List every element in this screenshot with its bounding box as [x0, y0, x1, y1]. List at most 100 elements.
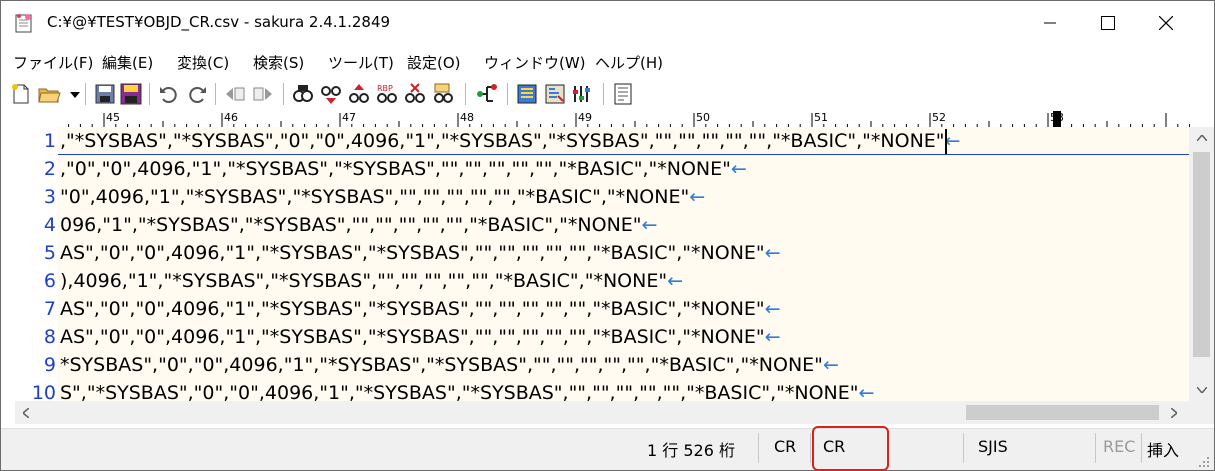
line-text: AS","0","0",4096,"1","*SYSBAS","*SYSBAS"…: [60, 326, 765, 348]
line-number: 6: [43, 270, 56, 292]
line-text: ,"*SYSBAS","*SYSBAS","0","0",4096,"1","*…: [60, 130, 945, 152]
ruler-caret-marker: [1053, 111, 1061, 128]
ruler-label: 49: [578, 111, 592, 124]
toolbar-separator: [507, 83, 508, 105]
menu-help[interactable]: ヘルプ(H): [595, 52, 663, 73]
text-area[interactable]: ,"*SYSBAS","*SYSBAS","0","0",4096,"1","*…: [58, 127, 1189, 401]
text-line[interactable]: ,"*SYSBAS","*SYSBAS","0","0",4096,"1","*…: [60, 127, 960, 155]
close-icon: [1159, 16, 1173, 30]
ruler-label: 52: [932, 111, 946, 124]
jump-forward-icon[interactable]: [251, 82, 275, 106]
save-all-icon[interactable]: [119, 82, 143, 106]
search-prev-icon[interactable]: [347, 82, 371, 106]
search-icon[interactable]: [291, 82, 315, 106]
encoding[interactable]: SJIS: [978, 437, 1008, 456]
line-number: 5: [43, 242, 56, 264]
line-number: 7: [43, 298, 56, 320]
status-separator: [758, 433, 759, 463]
horizontal-scrollbar[interactable]: [15, 401, 1189, 424]
text-line[interactable]: ,"0","0",4096,"1","*SYSBAS","*SYSBAS",""…: [60, 155, 747, 183]
maximize-button[interactable]: [1079, 1, 1137, 45]
undo-icon[interactable]: [157, 82, 181, 106]
toolbar: RBP: [1, 78, 1214, 110]
replace-all-icon[interactable]: [403, 82, 427, 106]
text-line[interactable]: AS","0","0",4096,"1","*SYSBAS","*SYSBAS"…: [60, 323, 781, 351]
grep-icon[interactable]: [431, 82, 455, 106]
scroll-left-icon[interactable]: [15, 401, 37, 424]
properties-icon[interactable]: [543, 82, 567, 106]
annotation-highlight: [812, 426, 889, 471]
ruler-label: 46: [224, 111, 238, 124]
ruler-ticks: 454647484950515253: [68, 111, 1190, 128]
menu-search[interactable]: 検索(S): [253, 52, 304, 73]
horizontal-scroll-thumb[interactable]: [966, 405, 1159, 420]
eol-mark-icon: ←: [730, 158, 747, 180]
line-number: 9: [43, 354, 56, 376]
vertical-scrollbar[interactable]: [1189, 127, 1214, 401]
menu-settings[interactable]: 設定(O): [407, 52, 461, 73]
eol-mark-icon: ←: [822, 354, 839, 376]
scroll-right-icon[interactable]: [1163, 401, 1185, 424]
menu-convert[interactable]: 変換(C): [177, 52, 229, 73]
settings-icon[interactable]: [611, 82, 635, 106]
scroll-down-icon[interactable]: [1189, 379, 1214, 401]
text-editor[interactable]: 1 2 3 4 5 6 7 8 9 10 ,"*SYSBAS","*SYSBAS","0","0"…: [15, 127, 1189, 401]
replace-icon[interactable]: RBP: [375, 82, 399, 106]
ruler-label: 50: [696, 111, 710, 124]
text-line[interactable]: AS","0","0",4096,"1","*SYSBAS","*SYSBAS"…: [60, 295, 781, 323]
new-file-icon[interactable]: [9, 82, 33, 106]
text-line[interactable]: "0",4096,"1","*SYSBAS","*SYSBAS","","","…: [60, 183, 705, 211]
vertical-scroll-thumb[interactable]: [1193, 152, 1210, 357]
eol-mark-icon: ←: [764, 298, 781, 320]
jump-back-icon[interactable]: [223, 82, 247, 106]
minimize-button[interactable]: [1021, 1, 1079, 45]
line-text: "0",4096,"1","*SYSBAS","*SYSBAS","","","…: [60, 186, 690, 208]
line-text: S","*SYSBAS","0","0",4096,"1","*SYSBAS",…: [60, 382, 859, 401]
menu-window[interactable]: ウィンドウ(W): [484, 52, 586, 73]
save-icon[interactable]: [93, 82, 117, 106]
ruler-row: 454647484950515253: [1, 111, 1214, 128]
redo-icon[interactable]: [185, 82, 209, 106]
dropdown-arrow-icon[interactable]: [63, 82, 80, 106]
text-line[interactable]: AS","0","0",4096,"1","*SYSBAS","*SYSBAS"…: [60, 239, 781, 267]
eol-mark-icon: ←: [858, 382, 875, 401]
text-line[interactable]: ),4096,"1","*SYSBAS","*SYSBAS","","","",…: [60, 267, 683, 295]
text-line[interactable]: *SYSBAS","0","0",4096,"1","*SYSBAS","*SY…: [60, 351, 839, 379]
status-separator: [810, 433, 811, 463]
status-separator: [963, 433, 964, 463]
toolbar-separator: [465, 83, 466, 105]
ruler-label: 48: [460, 111, 474, 124]
eol-mark-icon: ←: [667, 270, 683, 292]
line-number: 4: [43, 214, 56, 236]
eol-mark-icon: ←: [641, 214, 658, 236]
resize-grip-icon[interactable]: [1197, 455, 1211, 469]
close-button[interactable]: [1137, 1, 1195, 45]
ruler-label: 51: [814, 111, 828, 124]
text-line[interactable]: S","*SYSBAS","0","0",4096,"1","*SYSBAS",…: [60, 379, 874, 401]
line-number-gutter: 1 2 3 4 5 6 7 8 9 10: [15, 127, 58, 401]
open-folder-icon[interactable]: [37, 82, 61, 106]
title-bar[interactable]: C:¥@¥TEST¥OBJD_CR.csv - sakura 2.4.1.284…: [1, 1, 1214, 45]
ruler-label: 47: [342, 111, 356, 124]
ruler-label: 45: [106, 111, 120, 124]
menu-edit[interactable]: 編集(E): [102, 52, 153, 73]
sakura-app-icon[interactable]: [15, 13, 33, 33]
line-text: AS","0","0",4096,"1","*SYSBAS","*SYSBAS"…: [60, 242, 765, 264]
eol-type[interactable]: CR: [774, 437, 796, 456]
line-text: 096,"1","*SYSBAS","*SYSBAS","","","","",…: [60, 214, 642, 236]
scroll-up-icon[interactable]: [1189, 127, 1214, 149]
menu-tools[interactable]: ツール(T): [328, 52, 394, 73]
compare-icon[interactable]: [515, 82, 539, 106]
toolbar-separator: [283, 83, 284, 105]
line-text: *SYSBAS","0","0",4096,"1","*SYSBAS","*SY…: [60, 354, 823, 376]
outline-icon[interactable]: [475, 82, 499, 106]
search-next-icon[interactable]: [319, 82, 343, 106]
text-line[interactable]: 096,"1","*SYSBAS","*SYSBAS","","","","",…: [60, 211, 657, 239]
maximize-icon: [1101, 16, 1115, 30]
line-number: 2: [43, 158, 56, 180]
line-number: 8: [43, 326, 56, 348]
menu-file[interactable]: ファイル(F): [13, 52, 93, 73]
line-text: AS","0","0",4096,"1","*SYSBAS","*SYSBAS"…: [60, 298, 765, 320]
setup-icon[interactable]: [571, 82, 595, 106]
insert-mode[interactable]: 挿入: [1147, 437, 1179, 461]
